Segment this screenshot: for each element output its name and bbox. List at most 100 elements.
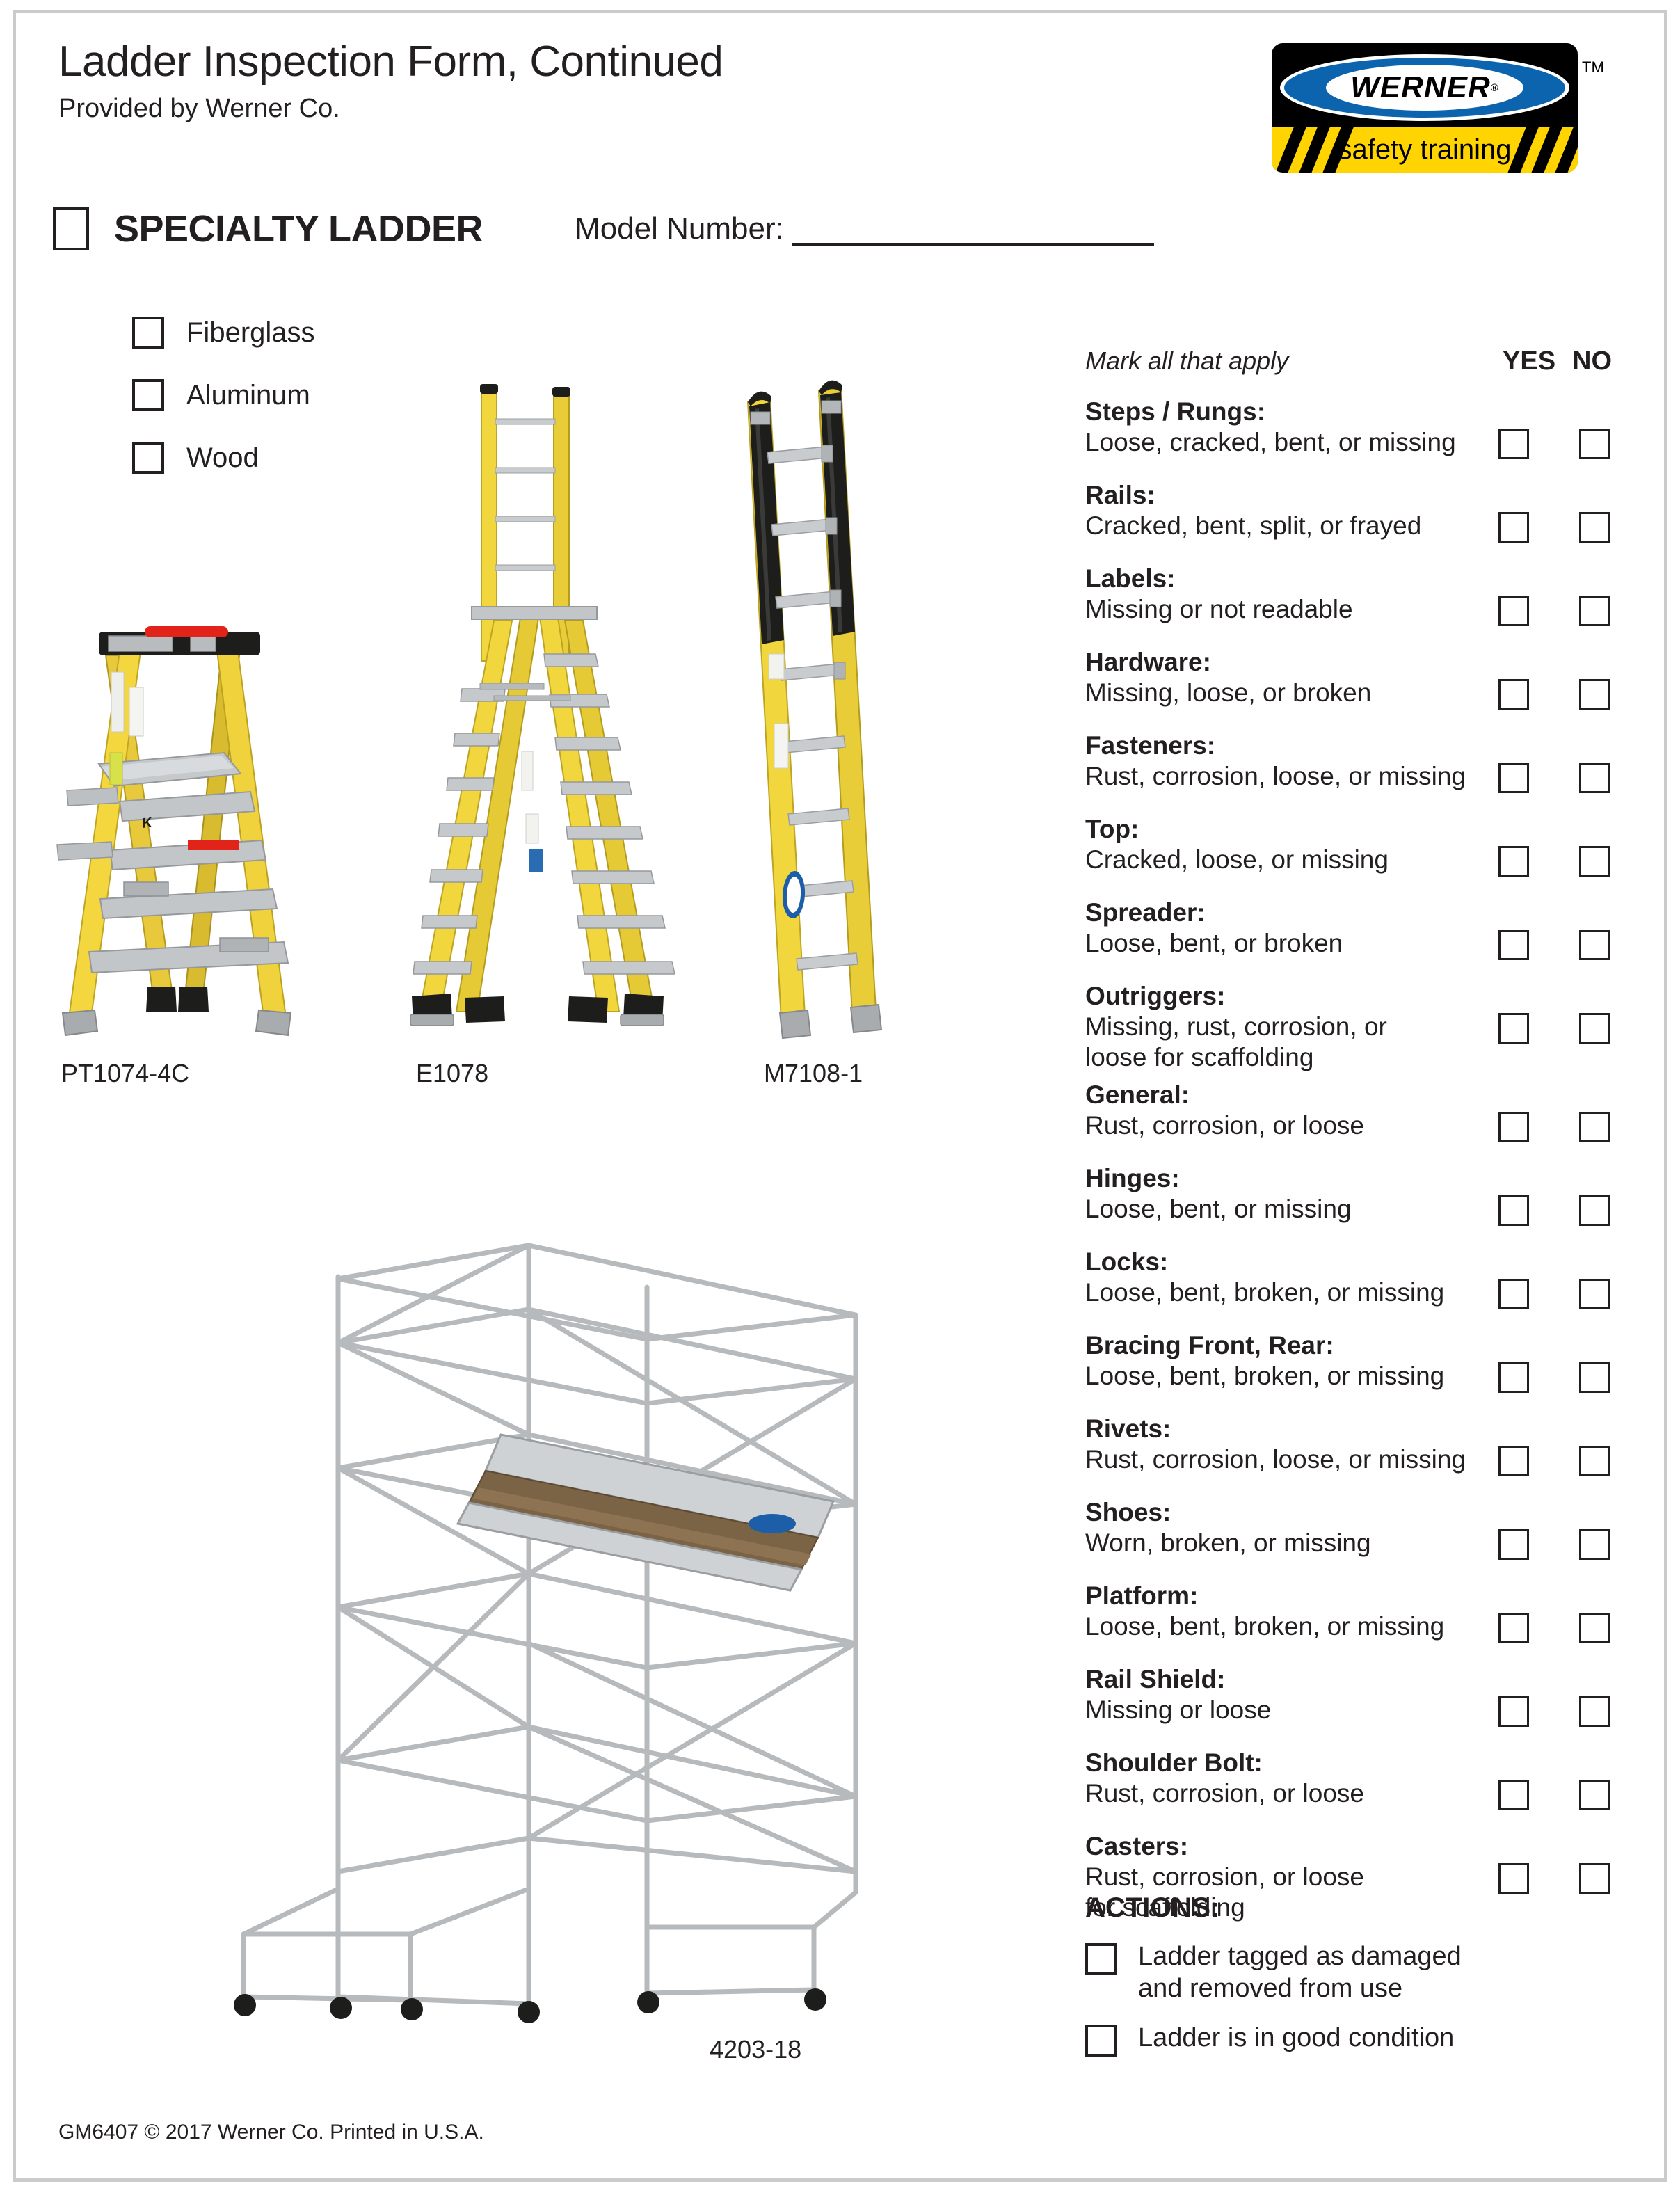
fiberglass-checkbox[interactable]: [132, 317, 164, 349]
no-checkbox[interactable]: [1579, 512, 1610, 543]
no-checkbox[interactable]: [1579, 1362, 1610, 1394]
yes-checkbox[interactable]: [1498, 1279, 1529, 1310]
checklist-item-desc: Worn, broken, or missing: [1085, 1529, 1371, 1558]
no-checkbox[interactable]: [1579, 1279, 1610, 1310]
logo-tagline: safety training: [1338, 134, 1512, 165]
checklist-item-answers: [1498, 679, 1610, 710]
yes-checkbox[interactable]: [1498, 1446, 1529, 1477]
no-checkbox[interactable]: [1579, 1696, 1610, 1728]
no-checkbox[interactable]: [1579, 429, 1610, 459]
checklist-item-term: Hardware:: [1085, 648, 1211, 676]
yes-checkbox[interactable]: [1498, 1013, 1529, 1044]
checklist-item-labels: Labels: Missing or not readable: [1085, 564, 1614, 640]
checklist-item-term: Labels:: [1085, 564, 1176, 593]
checklist-item-term: Rail Shield:: [1085, 1665, 1226, 1694]
no-column-header: NO: [1572, 346, 1612, 376]
no-checkbox[interactable]: [1579, 763, 1610, 793]
actions-title: ACTIONS:: [1085, 1892, 1220, 1923]
yes-checkbox[interactable]: [1498, 846, 1529, 877]
checklist-item-answers: [1498, 596, 1610, 626]
checklist-item-shoes: Shoes: Worn, broken, or missing: [1085, 1497, 1614, 1574]
yes-checkbox[interactable]: [1498, 1613, 1529, 1644]
checklist-item-answers: [1498, 1613, 1610, 1644]
no-checkbox[interactable]: [1579, 1195, 1610, 1227]
inspection-checklist: Mark all that apply YES NO Steps / Rungs…: [1085, 346, 1614, 1924]
checklist-item-answers: [1498, 846, 1610, 877]
checklist-item-desc: Missing, loose, or broken: [1085, 678, 1372, 707]
checklist-item-term: Shoes:: [1085, 1498, 1171, 1527]
no-checkbox[interactable]: [1579, 846, 1610, 877]
specialty-ladder-checkbox[interactable]: [53, 207, 89, 250]
platform-step-ladder-image: K: [56, 626, 292, 1037]
yes-checkbox[interactable]: [1498, 930, 1529, 960]
yes-checkbox[interactable]: [1498, 429, 1529, 459]
yes-checkbox[interactable]: [1498, 512, 1529, 543]
tagged-damaged-checkbox[interactable]: [1085, 1943, 1117, 1975]
checklist-item-answers: [1498, 1013, 1610, 1044]
no-checkbox[interactable]: [1579, 1529, 1610, 1561]
logo-black-panel: WERNER ® safety training: [1272, 43, 1578, 173]
yes-checkbox[interactable]: [1498, 1696, 1529, 1728]
checklist-item-answers: [1498, 1446, 1610, 1477]
checklist-item-desc: Loose, bent, or broken: [1085, 928, 1343, 957]
no-checkbox[interactable]: [1579, 1780, 1610, 1811]
action-option-label: Ladder tagged as damaged and removed fro…: [1138, 1942, 1462, 2004]
checklist-item-hardware: Hardware: Missing, loose, or broken: [1085, 647, 1614, 724]
twin-step-ladder-image: [410, 384, 675, 1026]
checklist-item-term: Spreader:: [1085, 898, 1206, 927]
single-rail-shield-ladder-image: [746, 380, 883, 1039]
no-checkbox[interactable]: [1579, 1112, 1610, 1143]
ladder-inspection-form-page: Ladder Inspection Form, Continued Provid…: [0, 0, 1680, 2202]
footer-copyright: GM6407 © 2017 Werner Co. Printed in U.S.…: [58, 2121, 484, 2144]
checklist-item-answers: [1498, 512, 1610, 543]
trademark-mark-icon: TM: [1582, 58, 1604, 76]
no-checkbox[interactable]: [1579, 1863, 1610, 1894]
yes-checkbox[interactable]: [1498, 679, 1529, 710]
no-checkbox[interactable]: [1579, 1613, 1610, 1644]
yes-checkbox[interactable]: [1498, 1362, 1529, 1394]
checklist-item-desc: Cracked, loose, or missing: [1085, 845, 1389, 874]
checklist-item-general: General: Rust, corrosion, or loose: [1085, 1080, 1614, 1156]
actions-section: ACTIONS: Ladder tagged as damaged and re…: [1085, 1892, 1614, 2073]
no-checkbox[interactable]: [1579, 596, 1610, 626]
yes-checkbox[interactable]: [1498, 1780, 1529, 1811]
no-checkbox[interactable]: [1579, 1013, 1610, 1044]
model-number-input[interactable]: [792, 212, 1154, 246]
checklist-item-term: Shoulder Bolt:: [1085, 1748, 1263, 1778]
yes-checkbox[interactable]: [1498, 596, 1529, 626]
checklist-header: Mark all that apply YES NO: [1085, 346, 1614, 390]
logo-yellow-bar: safety training: [1272, 127, 1578, 173]
checklist-item-spreader: Spreader: Loose, bent, or broken: [1085, 897, 1614, 974]
checklist-item-answers: [1498, 1362, 1610, 1394]
specialty-ladder-row: SPECIALTY LADDER Model Number:: [53, 207, 1154, 250]
ladder-caption-m7108: M7108-1: [764, 1059, 863, 1087]
checklist-item-desc: Missing or not readable: [1085, 594, 1353, 623]
logo-wordmark: WERNER ®: [1326, 65, 1523, 111]
werner-safety-training-logo: WERNER ® safety training TM: [1272, 43, 1606, 175]
yes-checkbox[interactable]: [1498, 1195, 1529, 1227]
yes-checkbox[interactable]: [1498, 1863, 1529, 1894]
checklist-item-desc: Cracked, bent, split, or frayed: [1085, 511, 1422, 540]
checklist-item-term: Top:: [1085, 815, 1139, 843]
yes-checkbox[interactable]: [1498, 763, 1529, 793]
material-option-fiberglass[interactable]: Fiberglass: [132, 317, 315, 349]
action-option-good-condition[interactable]: Ladder is in good condition: [1085, 2022, 1614, 2057]
model-number-label: Model Number:: [575, 212, 784, 246]
action-option-tagged-damaged[interactable]: Ladder tagged as damaged and removed fro…: [1085, 1940, 1614, 2005]
good-condition-checkbox[interactable]: [1085, 2024, 1117, 2057]
no-checkbox[interactable]: [1579, 679, 1610, 710]
checklist-item-desc: Loose, bent, broken, or missing: [1085, 1362, 1445, 1391]
page-subtitle: Provided by Werner Co.: [58, 94, 340, 124]
form-header: Ladder Inspection Form, Continued Provid…: [58, 39, 1241, 124]
material-label: Fiberglass: [186, 317, 315, 348]
checklist-item-answers: [1498, 1863, 1610, 1894]
page-title: Ladder Inspection Form, Continued: [58, 38, 723, 86]
checklist-item-term: Rivets:: [1085, 1414, 1171, 1444]
no-checkbox[interactable]: [1579, 930, 1610, 960]
no-checkbox[interactable]: [1579, 1446, 1610, 1477]
yes-checkbox[interactable]: [1498, 1529, 1529, 1561]
checklist-item-answers: [1498, 1696, 1610, 1728]
checklist-item-desc: Loose, cracked, bent, or missing: [1085, 427, 1456, 456]
ladder-caption-e1078: E1078: [416, 1059, 489, 1087]
yes-checkbox[interactable]: [1498, 1112, 1529, 1143]
